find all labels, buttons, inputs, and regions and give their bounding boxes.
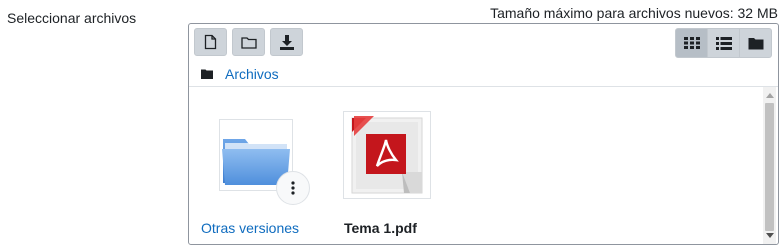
list-icon (715, 36, 732, 50)
folder-icon (201, 69, 213, 79)
grid-icon (683, 37, 700, 49)
vertical-scrollbar[interactable] (763, 87, 776, 244)
scrollbar-thumb[interactable] (765, 103, 774, 231)
pdf-icon (351, 116, 423, 194)
scroll-down-arrow-icon[interactable] (766, 233, 774, 238)
file-icon (204, 34, 217, 50)
breadcrumb-link[interactable]: Archivos (225, 66, 279, 82)
scroll-up-arrow-icon[interactable] (766, 93, 774, 98)
download-icon (279, 34, 294, 50)
file-area: Otras versiones Tema 1.pdf (189, 87, 778, 244)
view-switcher (675, 28, 772, 58)
view-list-button[interactable] (707, 28, 740, 58)
max-size-text: Tamaño máximo para archivos nuevos: 32 M… (490, 5, 778, 21)
breadcrumb: Archivos (201, 66, 279, 82)
add-file-button[interactable] (194, 28, 227, 56)
create-folder-button[interactable] (232, 28, 265, 56)
view-tree-button[interactable] (739, 28, 772, 58)
folder-icon (748, 37, 763, 49)
field-label: Seleccionar archivos (7, 10, 137, 26)
view-icons-button[interactable] (675, 28, 708, 58)
file-options-button[interactable] (276, 171, 310, 205)
download-button[interactable] (270, 28, 303, 56)
file-manager-toolbar: Archivos (189, 24, 778, 87)
file-item-label[interactable]: Otras versiones (201, 220, 299, 236)
folder-icon (240, 36, 257, 49)
more-vertical-icon (291, 181, 295, 195)
pdf-thumbnail (343, 111, 431, 199)
file-item-label[interactable]: Tema 1.pdf (344, 220, 417, 236)
file-manager: Archivos Otras versiones Tema 1.pdf (188, 23, 779, 245)
